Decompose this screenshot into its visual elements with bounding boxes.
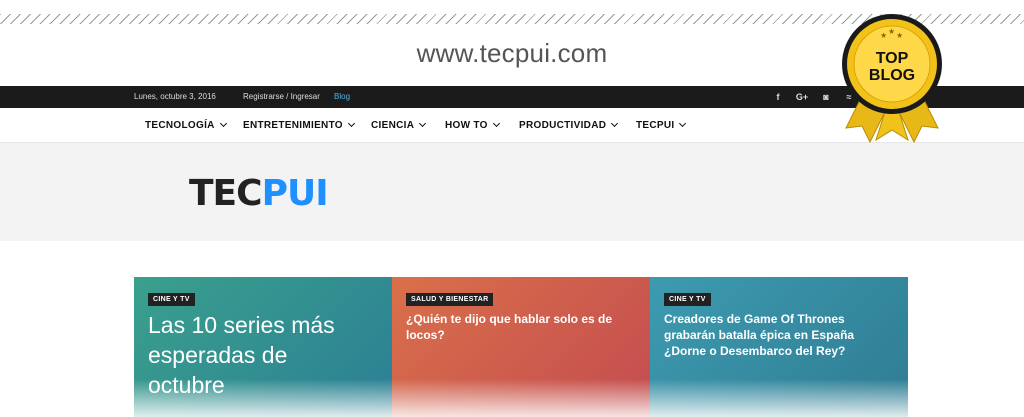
nav-label: PRODUCTIVIDAD <box>519 120 607 131</box>
logo-text-blue: PUI <box>261 173 329 214</box>
fade-overlay <box>0 379 1024 417</box>
category-badge[interactable]: SALUD Y BIENESTAR <box>406 293 494 306</box>
chevron-down-icon <box>419 119 427 128</box>
card-title[interactable]: ¿Quién te dijo que hablar solo es de loc… <box>406 311 621 343</box>
nav-label: TECNOLOGÍA <box>145 120 215 131</box>
nav-item-ciencia[interactable]: CIENCIA <box>371 119 427 131</box>
svg-text:★: ★ <box>888 27 895 36</box>
nav-label: ENTRETENIMIENTO <box>243 120 343 131</box>
nav-item-tecnologia[interactable]: TECNOLOGÍA <box>145 119 227 131</box>
google-plus-icon[interactable]: G+ <box>795 90 809 104</box>
category-badge[interactable]: CINE Y TV <box>664 293 711 306</box>
chevron-down-icon <box>611 119 619 128</box>
date-label: Lunes, octubre 3, 2016 <box>134 92 216 101</box>
nav-label: TECPUI <box>636 120 675 131</box>
chevron-down-icon <box>679 119 687 128</box>
nav-item-how-to[interactable]: HOW TO <box>445 119 500 131</box>
register-login-link[interactable]: Registrarse / Ingresar <box>243 92 320 101</box>
nav-label: CIENCIA <box>371 120 415 131</box>
site-logo[interactable]: TECPUI <box>189 173 329 214</box>
facebook-icon[interactable]: f <box>771 90 785 104</box>
nav-item-entretenimiento[interactable]: ENTRETENIMIENTO <box>243 119 355 131</box>
top-blog-badge: ★ ★ ★ TOP BLOG <box>842 14 942 144</box>
svg-text:★: ★ <box>880 31 887 40</box>
svg-text:★: ★ <box>896 31 903 40</box>
category-badge[interactable]: CINE Y TV <box>148 293 195 306</box>
card-title[interactable]: Creadores de Game Of Thrones grabarán ba… <box>664 311 899 359</box>
instagram-icon[interactable]: ◙ <box>819 90 833 104</box>
chevron-down-icon <box>347 119 355 128</box>
blog-link[interactable]: Blog <box>334 92 350 101</box>
chevron-down-icon <box>492 119 500 128</box>
badge-text-blog: BLOG <box>869 67 915 84</box>
nav-item-productividad[interactable]: PRODUCTIVIDAD <box>519 119 619 131</box>
chevron-down-icon <box>219 119 227 128</box>
nav-label: HOW TO <box>445 120 488 131</box>
nav-item-tecpui[interactable]: TECPUI <box>636 119 687 131</box>
logo-text-dark: TEC <box>189 173 263 214</box>
badge-text-top: TOP <box>876 50 909 67</box>
